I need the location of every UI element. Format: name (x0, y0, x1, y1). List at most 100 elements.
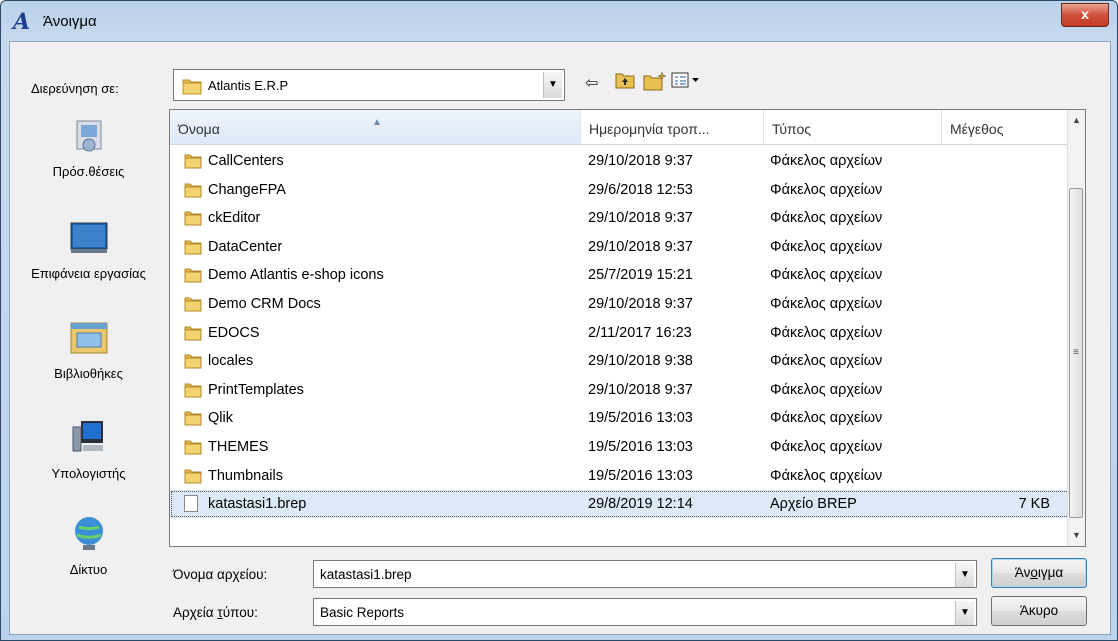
folder-row[interactable]: EDOCS 2/11/2017 16:23 Φάκελος αρχείων (170, 319, 1070, 347)
row-size (950, 404, 1050, 432)
row-size (950, 347, 1050, 375)
row-name: CallCenters (208, 153, 284, 169)
row-name: Thumbnails (208, 467, 283, 484)
filename-input[interactable]: katastasi1.brep ▼ (313, 560, 977, 588)
row-size (950, 176, 1050, 204)
folder-row[interactable]: THEMES 19/5/2016 13:03 Φάκελος αρχείων (170, 433, 1070, 461)
row-name: Demo Atlantis e-shop icons (208, 267, 384, 284)
row-size (950, 290, 1050, 318)
scroll-up-icon[interactable]: ▲ (1068, 112, 1085, 129)
row-name: Demo CRM Docs (208, 296, 321, 312)
row-date: 19/5/2016 13:03 (588, 467, 693, 484)
folder-row[interactable]: Demo CRM Docs 29/10/2018 9:37 Φάκελος αρχε… (170, 290, 1070, 318)
back-icon[interactable]: ⇦ (585, 71, 598, 97)
sort-ascending-icon: ▲ (372, 117, 382, 128)
row-type: Φάκελος αρχείων (770, 381, 883, 398)
place-libraries[interactable]: Βιβλιοθήκες (21, 317, 156, 381)
row-date: 29/10/2018 9:37 (588, 238, 693, 255)
folder-row[interactable]: locales 29/10/2018 9:38 Φάκελος αρχείων (170, 347, 1070, 375)
folder-row[interactable]: PrintTemplates 29/10/2018 9:37 Φάκελος αρχ… (170, 376, 1070, 404)
row-date: 29/10/2018 9:37 (588, 210, 693, 227)
place-network[interactable]: Δίκτυο (21, 513, 156, 577)
folder-icon (184, 382, 202, 402)
chevron-down-icon[interactable]: ▼ (955, 563, 974, 587)
close-button[interactable]: x (1061, 3, 1109, 27)
row-type: Αρχείο BREP (770, 496, 857, 513)
column-header-date[interactable]: Ημερομηνία τροπ... (581, 110, 764, 144)
folder-row[interactable]: Qlik 19/5/2016 13:03 Φάκελος αρχείων (170, 404, 1070, 432)
folder-icon (184, 468, 202, 488)
file-list[interactable]: ▲ Όνομα Ημερομηνία τροπ... Τύπος Μέγεθος … (169, 109, 1086, 547)
row-type: Φάκελος αρχείων (770, 238, 883, 255)
folder-row[interactable]: Thumbnails 19/5/2016 13:03 Φάκελος αρχείων (170, 462, 1070, 490)
recent-places-icon (76, 120, 101, 152)
up-folder-icon[interactable] (615, 71, 635, 97)
chevron-down-icon[interactable]: ▼ (543, 72, 562, 98)
row-size (950, 376, 1050, 404)
row-type: Φάκελος αρχείων (770, 410, 883, 427)
folder-row[interactable]: ckEditor 29/10/2018 9:37 Φάκελος αρχείων (170, 204, 1070, 232)
scroll-down-icon[interactable]: ▼ (1068, 527, 1085, 544)
place-label: Επιφάνεια εργασίας (31, 266, 146, 281)
row-name: locales (208, 353, 254, 370)
look-in-value: Atlantis E.R.P (208, 78, 289, 93)
look-in-combo[interactable]: Atlantis E.R.P ▼ (173, 69, 565, 101)
column-header-size[interactable]: Μέγεθος (942, 110, 1070, 144)
views-menu-icon[interactable] (671, 71, 701, 97)
libraries-icon (70, 322, 107, 354)
row-size (950, 261, 1050, 289)
folder-icon (184, 210, 202, 230)
look-in-label: Διερεύνηση σε: (31, 81, 119, 96)
chevron-down-icon[interactable]: ▼ (955, 601, 974, 625)
folder-row[interactable]: Demo Atlantis e-shop icons 25/7/2019 15:2… (170, 261, 1070, 289)
network-icon (74, 517, 103, 550)
scroll-thumb[interactable]: ≡ (1069, 188, 1083, 518)
file-row[interactable]: katastasi1.brep 29/8/2019 12:14 Αρχείο BRE… (170, 490, 1070, 519)
place-label: Υπολογιστής (51, 466, 126, 481)
row-name: PrintTemplates (208, 381, 304, 398)
list-header: ▲ Όνομα Ημερομηνία τροπ... Τύπος Μέγεθος (170, 110, 1070, 145)
row-type: Φάκελος αρχείων (770, 181, 883, 198)
title-bar[interactable]: A Άνοιγμα x (1, 1, 1117, 41)
filetype-select[interactable]: Basic Reports ▼ (313, 598, 977, 626)
vertical-scrollbar[interactable]: ▲ ≡ ▼ (1067, 110, 1085, 546)
grip-icon: ≡ (1073, 347, 1079, 358)
row-date: 19/5/2016 13:03 (588, 410, 693, 427)
row-name: ckEditor (208, 210, 261, 227)
folder-icon (184, 182, 202, 202)
folder-row[interactable]: ChangeFPA 29/6/2018 12:53 Φάκελος αρχείων (170, 176, 1070, 204)
new-folder-icon[interactable] (643, 71, 667, 97)
place-computer[interactable]: Υπολογιστής (21, 417, 156, 481)
place-recent[interactable]: Πρόσ.θέσεις (21, 115, 156, 179)
column-header-type[interactable]: Τύπος (764, 110, 942, 144)
row-type: Φάκελος αρχείων (770, 210, 883, 227)
folder-icon (182, 79, 202, 95)
open-dialog: A Άνοιγμα x Διερεύνηση σε: Atlantis E.R.… (0, 0, 1118, 641)
filetype-label: Αρχεία τύπου: (173, 605, 258, 620)
cancel-button[interactable]: Άκυρο (991, 596, 1087, 626)
column-header-name[interactable]: ▲ Όνομα (170, 110, 581, 144)
row-size (950, 233, 1050, 261)
place-desktop[interactable]: Επιφάνεια εργασίας (21, 217, 156, 281)
folder-row[interactable]: DataCenter 29/10/2018 9:37 Φάκελος αρχείων (170, 233, 1070, 261)
row-date: 29/10/2018 9:37 (588, 381, 693, 398)
row-date: 29/10/2018 9:37 (588, 153, 693, 169)
row-date: 29/8/2019 12:14 (588, 496, 693, 513)
row-date: 2/11/2017 16:23 (588, 324, 692, 341)
folder-icon (184, 353, 202, 373)
place-label: Πρόσ.θέσεις (52, 164, 125, 179)
filename-value: katastasi1.brep (320, 567, 412, 582)
row-type: Φάκελος αρχείων (770, 353, 883, 370)
filename-label: Όνομα αρχείου: (173, 567, 268, 582)
folder-icon (184, 239, 202, 259)
desktop-icon (70, 222, 107, 253)
row-name: DataCenter (208, 238, 283, 255)
folder-row[interactable]: CallCenters 29/10/2018 9:37 Φάκελος αρχείω… (170, 147, 1070, 175)
row-date: 19/5/2016 13:03 (588, 439, 693, 455)
row-date: 29/10/2018 9:37 (588, 296, 693, 312)
row-date: 29/6/2018 12:53 (588, 181, 693, 198)
place-label: Βιβλιοθήκες (54, 366, 123, 381)
row-size (950, 462, 1050, 490)
row-size (950, 319, 1050, 347)
open-button[interactable]: Άνοιγμα (991, 558, 1087, 588)
